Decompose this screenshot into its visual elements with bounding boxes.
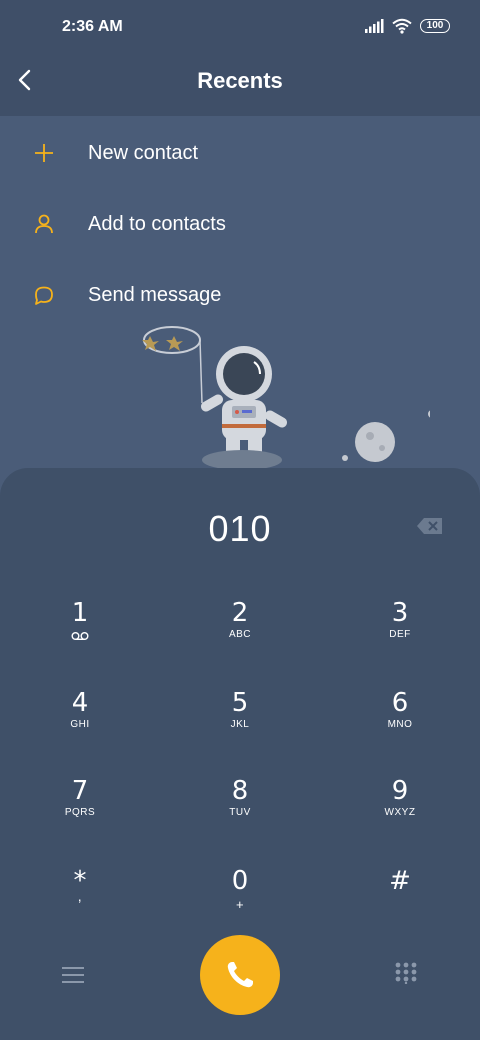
key-letters: PQRS [64, 807, 96, 818]
add-to-contacts-label: Add to contacts [88, 213, 226, 235]
key-1[interactable]: 1 [20, 598, 140, 668]
key-6[interactable]: 6 MNO [340, 688, 460, 758]
key-letters: , [77, 888, 83, 904]
key-8[interactable]: 8 TUV [180, 776, 300, 846]
key-4[interactable]: 4 GHI [20, 688, 140, 758]
key-digit: 1 [71, 598, 89, 628]
astronaut-illustration [142, 326, 430, 470]
page-title: Recents [197, 68, 283, 93]
key-letters: ABC [228, 629, 252, 640]
key-digit: 4 [71, 688, 89, 718]
add-to-contacts-button[interactable]: Add to contacts [0, 189, 480, 259]
key-digit: 2 [231, 598, 249, 628]
key-digit: 7 [71, 776, 89, 806]
key-hash[interactable]: # [340, 866, 460, 936]
key-letters: DEF [389, 629, 411, 640]
message-icon [35, 286, 53, 305]
key-letters: MNO [387, 719, 413, 730]
dialed-number: 010 [208, 508, 272, 549]
backspace-icon[interactable] [416, 516, 444, 536]
key-digit: 6 [391, 688, 409, 718]
key-digit: 3 [391, 598, 409, 628]
status-time: 2:36 AM [62, 18, 123, 35]
key-0[interactable]: 0 + [180, 866, 300, 936]
key-letters: WXYZ [384, 807, 416, 818]
key-letters: + [235, 897, 245, 912]
key-2[interactable]: 2 ABC [180, 598, 300, 668]
key-digit: 0 [231, 866, 249, 896]
wifi-icon [392, 18, 412, 34]
phone-icon [227, 962, 253, 988]
key-7[interactable]: 7 PQRS [20, 776, 140, 846]
menu-icon[interactable] [60, 964, 86, 986]
bottom-bar [0, 930, 480, 1020]
voicemail-icon [71, 632, 89, 641]
app-header: Recents [0, 56, 480, 116]
plus-icon [35, 144, 53, 162]
key-9[interactable]: 9 WXYZ [340, 776, 460, 846]
key-letters: JKL [230, 719, 250, 730]
send-message-label: Send message [88, 284, 222, 306]
key-letters: TUV [229, 807, 251, 818]
call-button[interactable] [200, 935, 280, 1015]
new-contact-label: New contact [88, 142, 199, 164]
key-3[interactable]: 3 DEF [340, 598, 460, 668]
key-letters: GHI [70, 719, 90, 730]
status-bar: 2:36 AM 100 [0, 0, 480, 56]
key-digit: 9 [391, 776, 409, 806]
key-star[interactable]: * , [20, 866, 140, 936]
signal-icon [365, 19, 384, 33]
key-digit: 5 [231, 688, 249, 718]
status-icons: 100 [364, 18, 450, 34]
key-digit: 8 [231, 776, 249, 806]
key-digit: # [389, 866, 411, 896]
key-5[interactable]: 5 JKL [180, 688, 300, 758]
keypad-icon[interactable] [395, 962, 417, 984]
battery-icon: 100 [420, 19, 450, 33]
person-icon [35, 214, 53, 234]
new-contact-button[interactable]: New contact [0, 118, 480, 188]
